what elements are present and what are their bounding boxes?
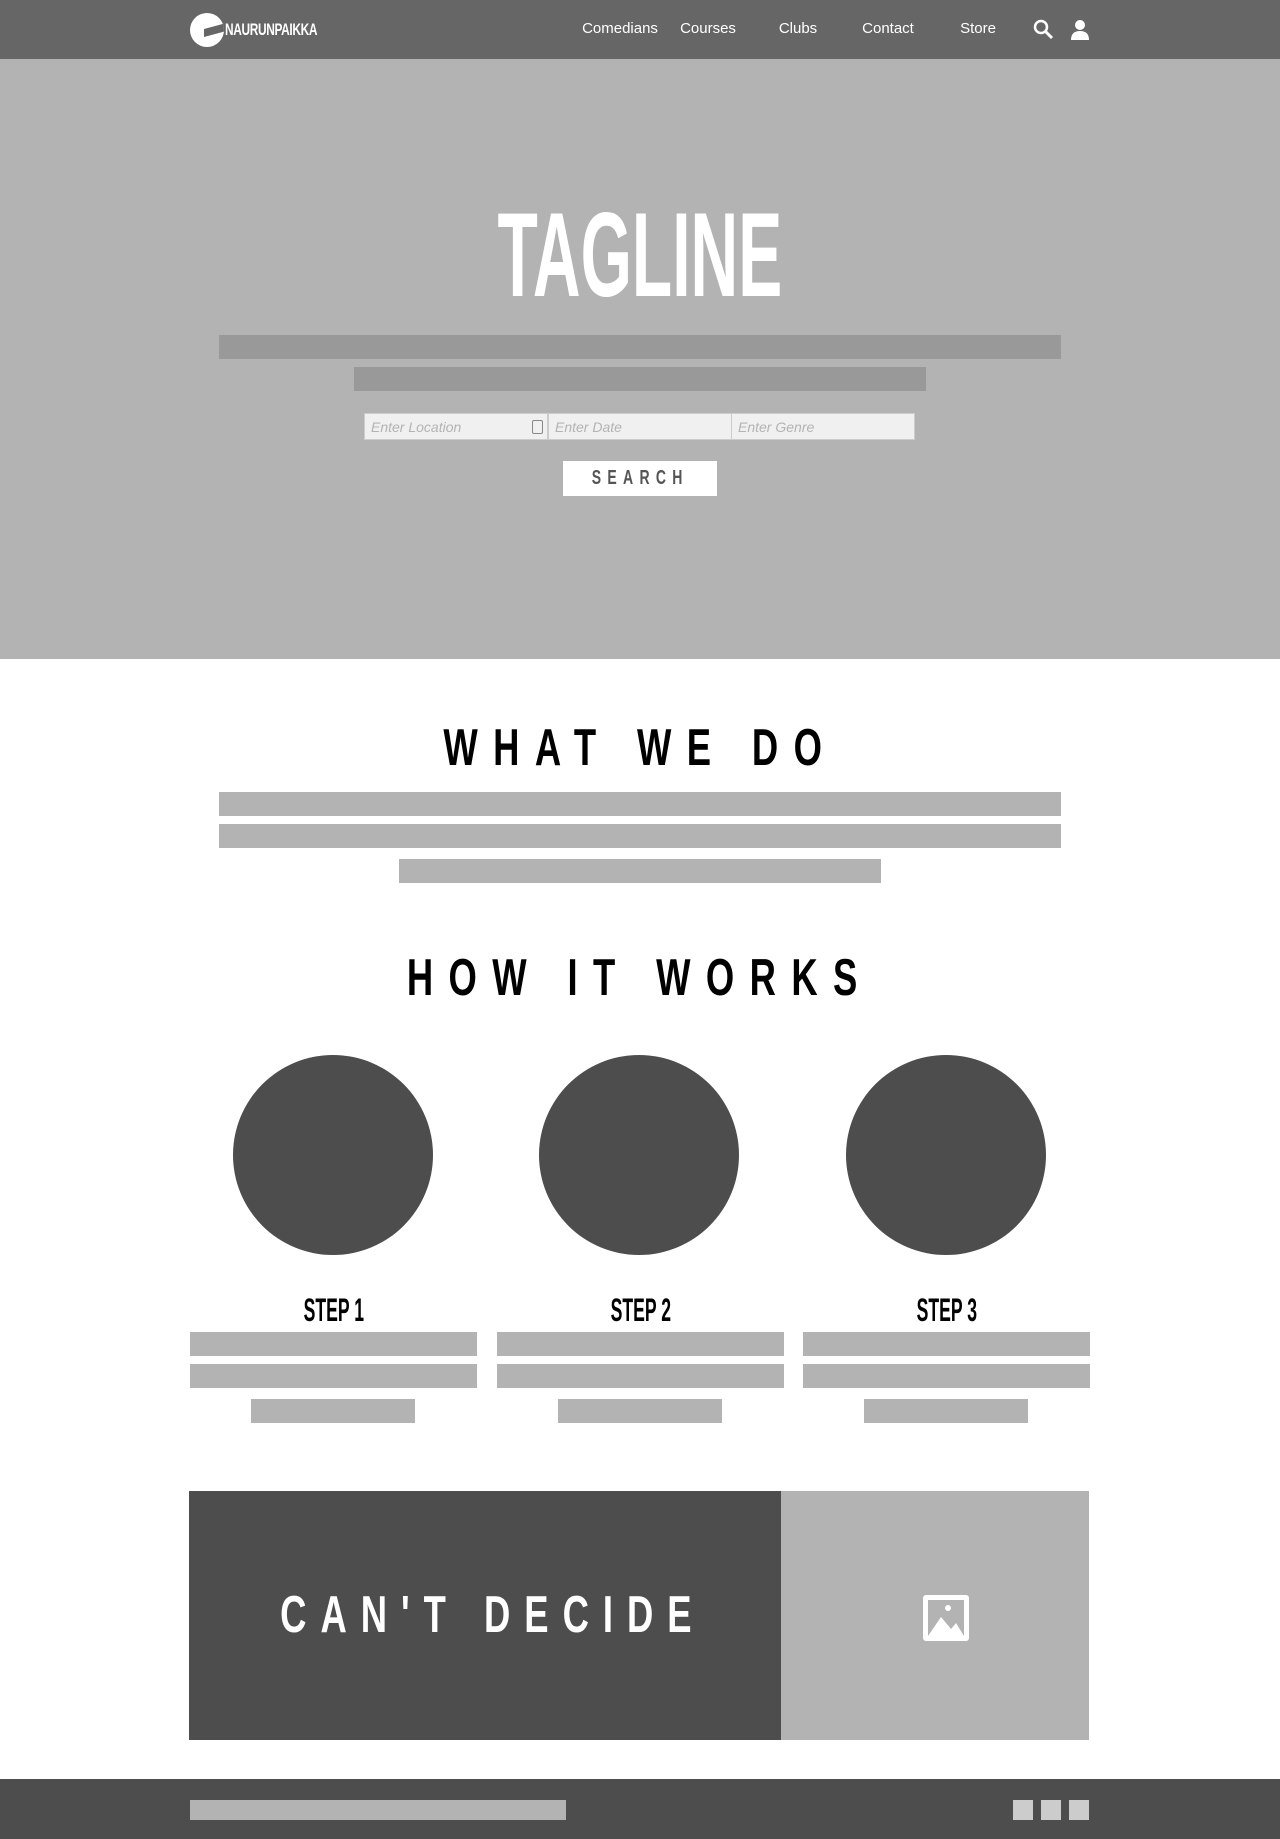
- step-1-label: STEP 1: [303, 1292, 364, 1328]
- text-placeholder: [219, 335, 1061, 359]
- text-placeholder: [497, 1332, 784, 1356]
- hero: [0, 59, 1280, 659]
- date-input[interactable]: Enter Date: [548, 413, 732, 440]
- text-placeholder: [219, 824, 1061, 848]
- step-2-image: [539, 1055, 739, 1255]
- site-header: NAURUNPAIKKA Comedians Courses Clubs Con…: [0, 0, 1280, 59]
- text-placeholder: [251, 1399, 415, 1423]
- what-we-do-title: WHAT WE DO: [443, 719, 837, 777]
- nav-courses[interactable]: Courses: [680, 20, 736, 37]
- step-3-label: STEP 3: [916, 1292, 977, 1328]
- image-icon: [923, 1595, 969, 1641]
- footer-text-placeholder: [190, 1800, 566, 1820]
- nav-store[interactable]: Store: [960, 20, 996, 37]
- genre-input[interactable]: Enter Genre: [731, 413, 915, 440]
- user-icon[interactable]: [1069, 19, 1091, 41]
- text-placeholder: [558, 1399, 722, 1423]
- text-placeholder: [190, 1332, 477, 1356]
- step-2-label: STEP 2: [610, 1292, 671, 1328]
- hero-tagline: TAGLINE: [497, 188, 783, 322]
- logo[interactable]: NAURUNPAIKKA: [190, 13, 357, 47]
- nav-comedians[interactable]: Comedians: [582, 20, 658, 37]
- text-placeholder: [803, 1364, 1090, 1388]
- brand-name: NAURUNPAIKKA: [225, 20, 318, 39]
- social-icon[interactable]: [1041, 1800, 1061, 1820]
- text-placeholder: [190, 1364, 477, 1388]
- text-placeholder: [354, 367, 926, 391]
- nav-clubs[interactable]: Clubs: [779, 20, 817, 37]
- text-placeholder: [803, 1332, 1090, 1356]
- step-3-image: [846, 1055, 1046, 1255]
- text-placeholder: [399, 859, 881, 883]
- search-icon[interactable]: [1033, 19, 1055, 41]
- text-placeholder: [219, 792, 1061, 816]
- how-it-works-title: HOW IT WORKS: [407, 949, 873, 1007]
- cta-image: [781, 1491, 1089, 1740]
- cta-block[interactable]: CAN'T DECIDE: [189, 1491, 781, 1740]
- step-1-image: [233, 1055, 433, 1255]
- text-placeholder: [864, 1399, 1028, 1423]
- social-icon[interactable]: [1013, 1800, 1033, 1820]
- nav-contact[interactable]: Contact: [862, 20, 914, 37]
- location-picker-icon[interactable]: [532, 420, 543, 434]
- text-placeholder: [497, 1364, 784, 1388]
- location-input[interactable]: Enter Location: [364, 413, 548, 440]
- social-icon[interactable]: [1069, 1800, 1089, 1820]
- logo-icon: [190, 13, 224, 47]
- search-button[interactable]: SEARCH: [563, 461, 717, 496]
